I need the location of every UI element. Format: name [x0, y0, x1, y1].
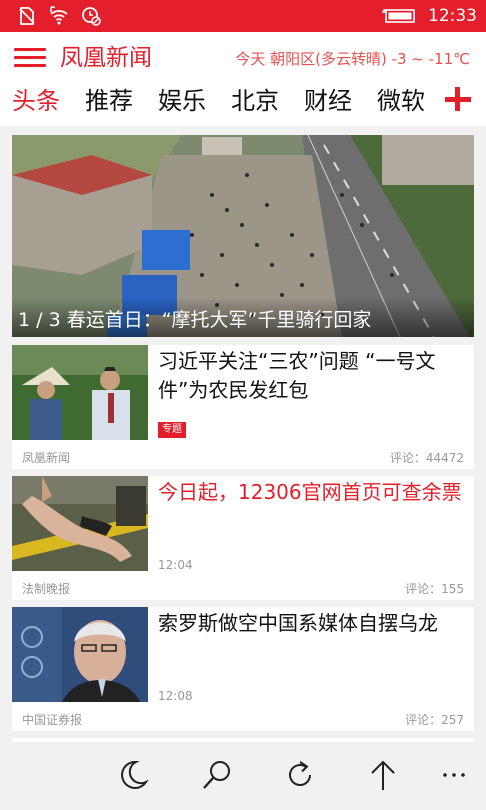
- sim-off-icon: [19, 7, 35, 25]
- news-thumbnail: [12, 476, 148, 571]
- plus-icon[interactable]: [445, 87, 471, 113]
- more-icon[interactable]: [437, 758, 471, 792]
- tab-finance[interactable]: 财经: [304, 84, 352, 118]
- weather-info[interactable]: 今天 朝阳区(多云转晴) -3 ~ -11℃: [235, 49, 470, 69]
- tab-entertainment[interactable]: 娱乐: [158, 84, 206, 118]
- comment-count[interactable]: 评论：44472: [390, 449, 464, 466]
- news-source: 法制晚报: [22, 582, 71, 596]
- news-time: 12:08: [158, 689, 193, 703]
- news-title: 习近平关注“三农”问题 “一号文件”为农民发红包: [158, 349, 436, 402]
- news-title: 索罗斯做空中国系媒体自摆乌龙: [158, 611, 438, 635]
- status-bar: 12:33: [0, 0, 486, 32]
- refresh-icon[interactable]: [283, 758, 317, 792]
- topic-badge: 专题: [158, 422, 186, 438]
- news-source: 中国证券报: [22, 713, 83, 727]
- back-to-top-icon[interactable]: [366, 758, 400, 792]
- category-tabs: 头条 推荐 娱乐 北京 财经 微软: [0, 84, 486, 126]
- battery-icon: [382, 9, 415, 23]
- app-bar: [0, 742, 486, 810]
- hero-slide[interactable]: 1 / 3 春运首日：“摩托大军”千里骑行回家: [12, 135, 474, 337]
- comment-count[interactable]: 评论：155: [405, 580, 464, 597]
- hamburger-menu-icon[interactable]: [14, 48, 46, 68]
- search-icon[interactable]: [200, 758, 234, 792]
- tab-microsoft[interactable]: 微软: [377, 84, 425, 118]
- news-item[interactable]: 习近平关注“三农”问题 “一号文件”为农民发红包 专题 凤凰新闻 评论：4447…: [12, 345, 474, 469]
- news-time: 12:04: [158, 558, 193, 572]
- hero-caption-bar: 1 / 3 春运首日：“摩托大军”千里骑行回家: [12, 297, 474, 337]
- night-mode-icon[interactable]: [116, 758, 150, 792]
- data-off-icon: [82, 7, 101, 26]
- wifi-icon: [50, 6, 68, 25]
- news-source: 凤凰新闻: [22, 451, 71, 465]
- news-title: 今日起，12306官网首页可查余票: [158, 480, 462, 504]
- news-thumbnail: [12, 607, 148, 702]
- tab-headlines[interactable]: 头条: [12, 84, 60, 118]
- hero-caption: 1 / 3 春运首日：“摩托大军”千里骑行回家: [18, 309, 372, 331]
- news-item[interactable]: 今日起，12306官网首页可查余票 12:04 法制晚报 评论：155: [12, 476, 474, 600]
- comment-count[interactable]: 评论：257: [405, 711, 464, 728]
- news-item[interactable]: 索罗斯做空中国系媒体自摆乌龙 12:08 中国证券报 评论：257: [12, 607, 474, 731]
- news-thumbnail: [12, 345, 148, 440]
- status-time: 12:33: [428, 6, 477, 26]
- app-header: 凤凰新闻 今天 朝阳区(多云转晴) -3 ~ -11℃: [0, 32, 486, 84]
- tab-recommended[interactable]: 推荐: [85, 84, 133, 118]
- tab-beijing[interactable]: 北京: [231, 84, 279, 118]
- app-title: 凤凰新闻: [60, 45, 152, 71]
